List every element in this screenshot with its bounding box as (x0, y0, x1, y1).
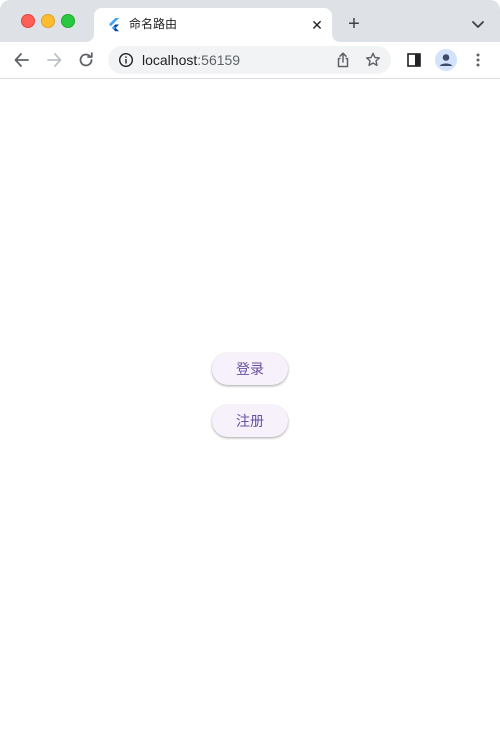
side-panel-button[interactable] (402, 48, 426, 72)
avatar-icon (435, 49, 457, 71)
tab-title: 命名路由 (129, 17, 178, 31)
side-panel-icon (407, 53, 421, 67)
new-tab-button[interactable]: + (344, 14, 364, 34)
url-host: localhost (142, 52, 198, 68)
page-content: 登录 注册 (0, 79, 500, 731)
tab-strip: 命名路由 ✕ + (0, 0, 500, 42)
reload-button[interactable] (74, 48, 98, 72)
close-window-button[interactable] (21, 14, 35, 28)
arrow-left-icon (14, 53, 29, 67)
browser-menu-button[interactable] (466, 48, 490, 72)
register-button[interactable]: 注册 (212, 405, 288, 437)
info-icon[interactable] (118, 52, 134, 68)
arrow-right-icon (47, 53, 62, 67)
login-button[interactable]: 登录 (212, 353, 288, 385)
tab-active[interactable]: 命名路由 ✕ (94, 8, 332, 42)
browser-toolbar: localhost:56159 (0, 42, 500, 79)
reload-icon (79, 52, 93, 67)
address-bar[interactable]: localhost:56159 (108, 46, 391, 74)
forward-button[interactable] (42, 48, 66, 72)
minimize-window-button[interactable] (41, 14, 55, 28)
bookmark-star-icon[interactable] (364, 51, 382, 69)
url-port: :56159 (197, 52, 241, 68)
more-vert-icon (476, 53, 480, 67)
url-text[interactable]: localhost:56159 (142, 52, 240, 68)
flutter-icon (109, 18, 120, 32)
profile-button[interactable] (434, 48, 458, 72)
tab-search-chevron-icon[interactable] (468, 14, 488, 34)
tab-close-icon[interactable]: ✕ (309, 17, 325, 33)
back-button[interactable] (10, 48, 34, 72)
browser-window: 命名路由 ✕ + localhost:56159 登录 注册 (0, 0, 500, 731)
maximize-window-button[interactable] (61, 14, 75, 28)
share-icon[interactable] (334, 51, 352, 69)
